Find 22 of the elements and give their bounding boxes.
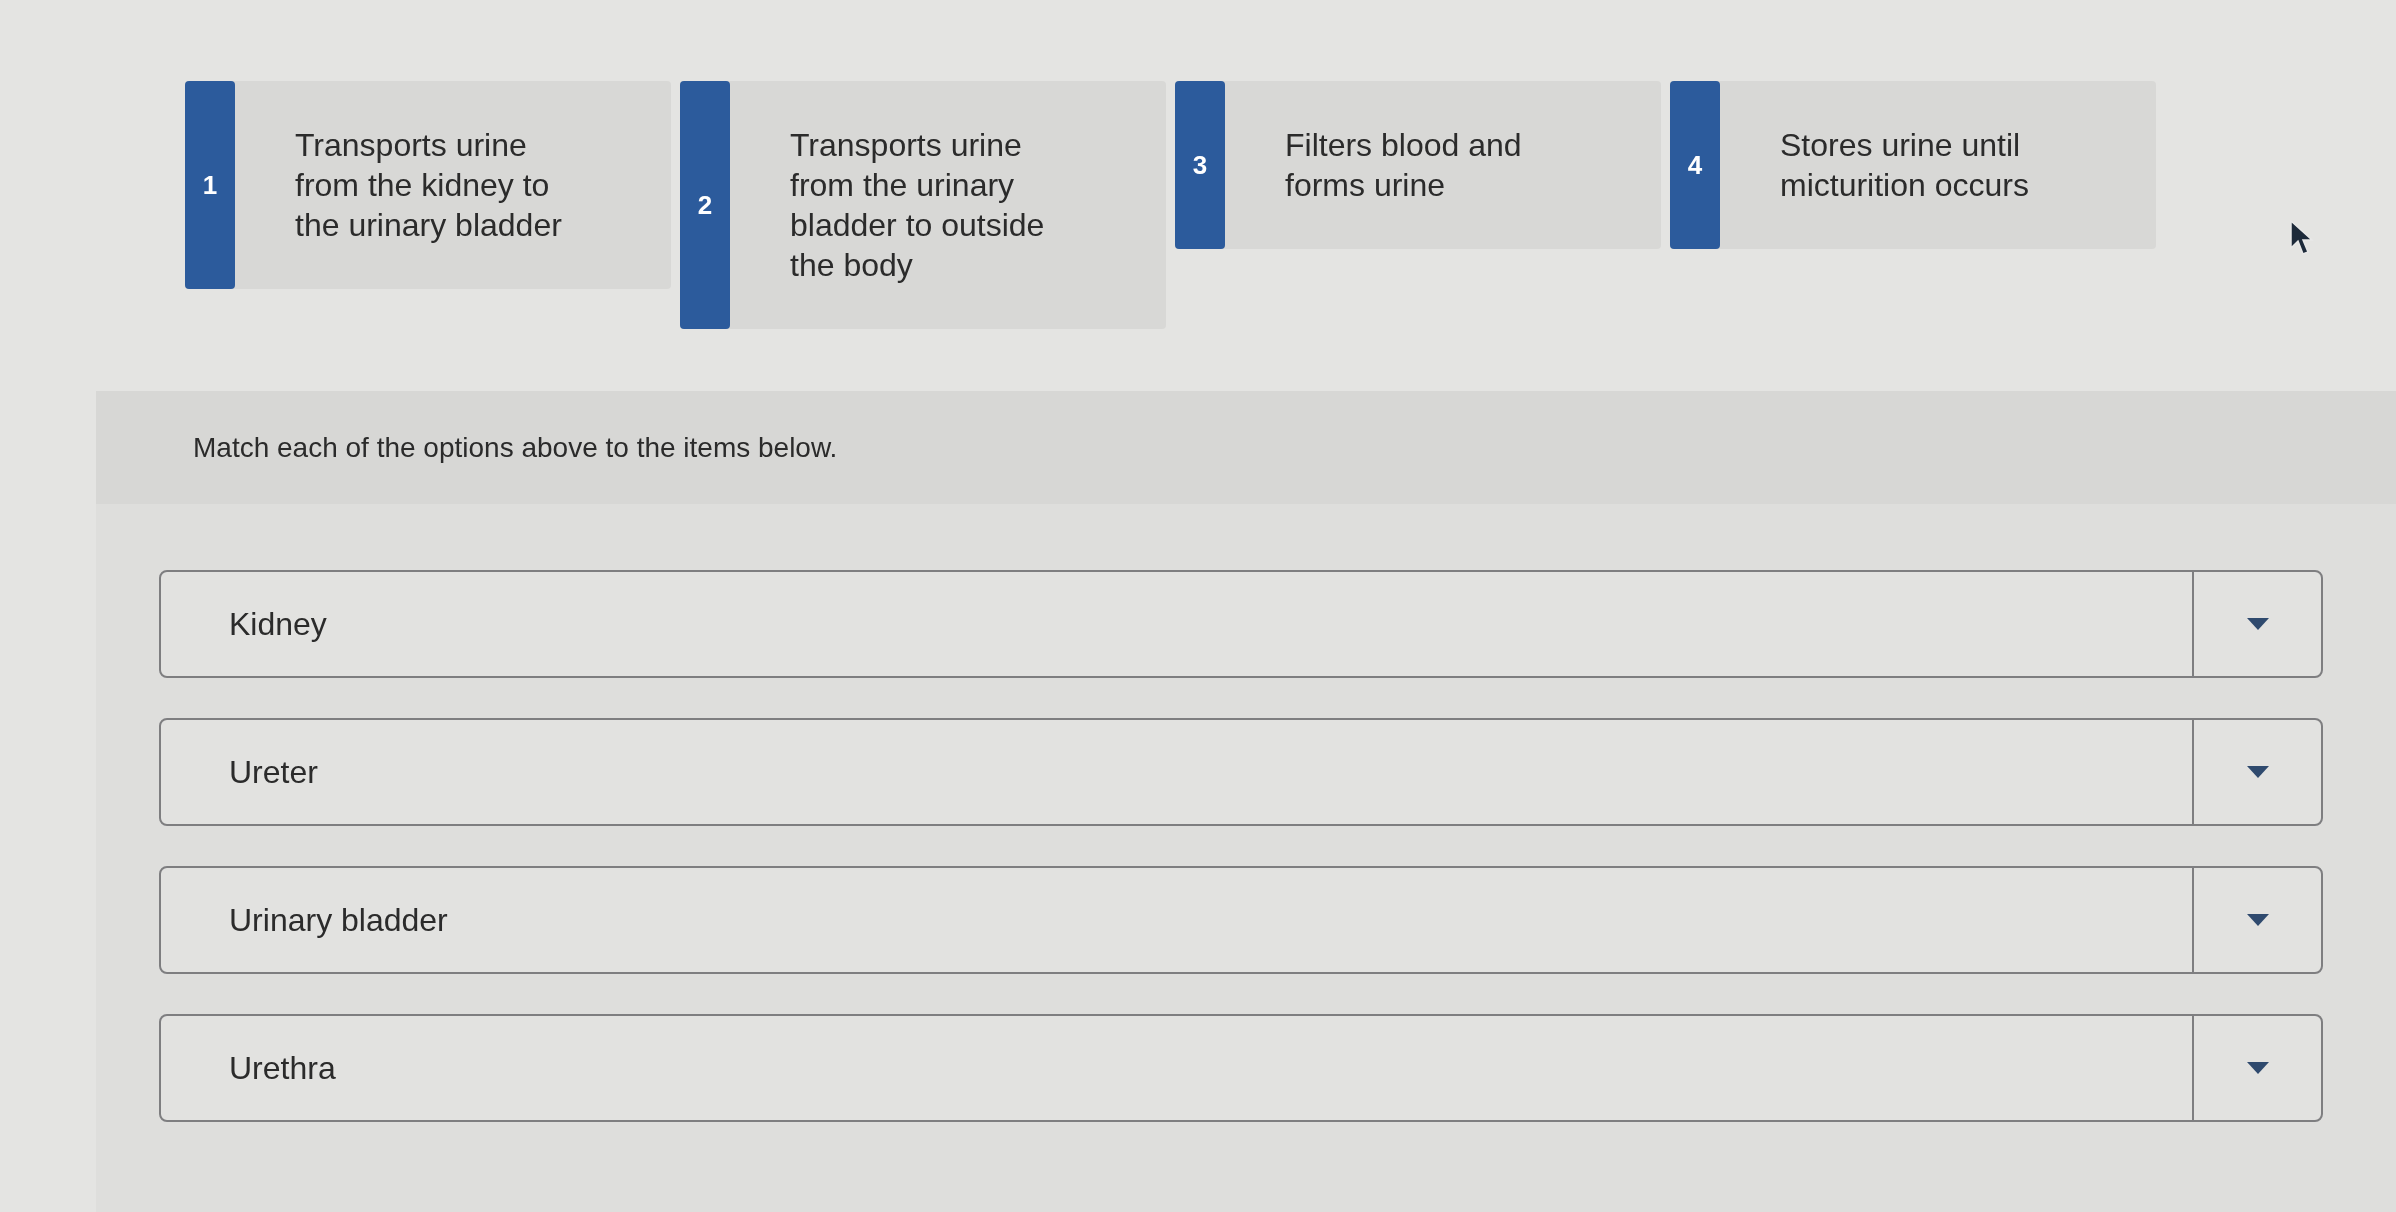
item-label: Urethra — [228, 1049, 337, 1088]
item-label: Urinary bladder — [228, 901, 449, 940]
option-number: 2 — [680, 81, 730, 329]
option-number: 1 — [185, 81, 235, 289]
option-text: Transports urine from the kidney to the urinary bladder — [294, 126, 563, 245]
item-label: Ureter — [228, 753, 319, 792]
answer-dropdown[interactable]: Urinary bladder — [159, 866, 2323, 974]
mouse-pointer-icon — [2290, 220, 2314, 256]
option-text: Stores urine until micturition occurs — [1779, 126, 2030, 205]
caret-icon — [2246, 1062, 2269, 1074]
answer-dropdown[interactable]: Ureter — [159, 718, 2323, 826]
caret-icon — [2246, 914, 2269, 926]
option-number: 3 — [1175, 81, 1225, 249]
option-number: 4 — [1670, 81, 1720, 249]
option-text: Transports urine from the urinary bladder to outside the body — [789, 126, 1046, 285]
option-text: Filters blood and forms urine — [1284, 126, 1523, 205]
answer-dropdown[interactable]: Urethra — [159, 1014, 2323, 1122]
instruction-text: Match each of the options above to the items below. — [193, 430, 838, 465]
answer-dropdown[interactable]: Kidney — [159, 570, 2323, 678]
caret-icon — [2246, 618, 2269, 630]
item-label: Kidney — [228, 605, 328, 644]
caret-icon — [2246, 766, 2269, 778]
